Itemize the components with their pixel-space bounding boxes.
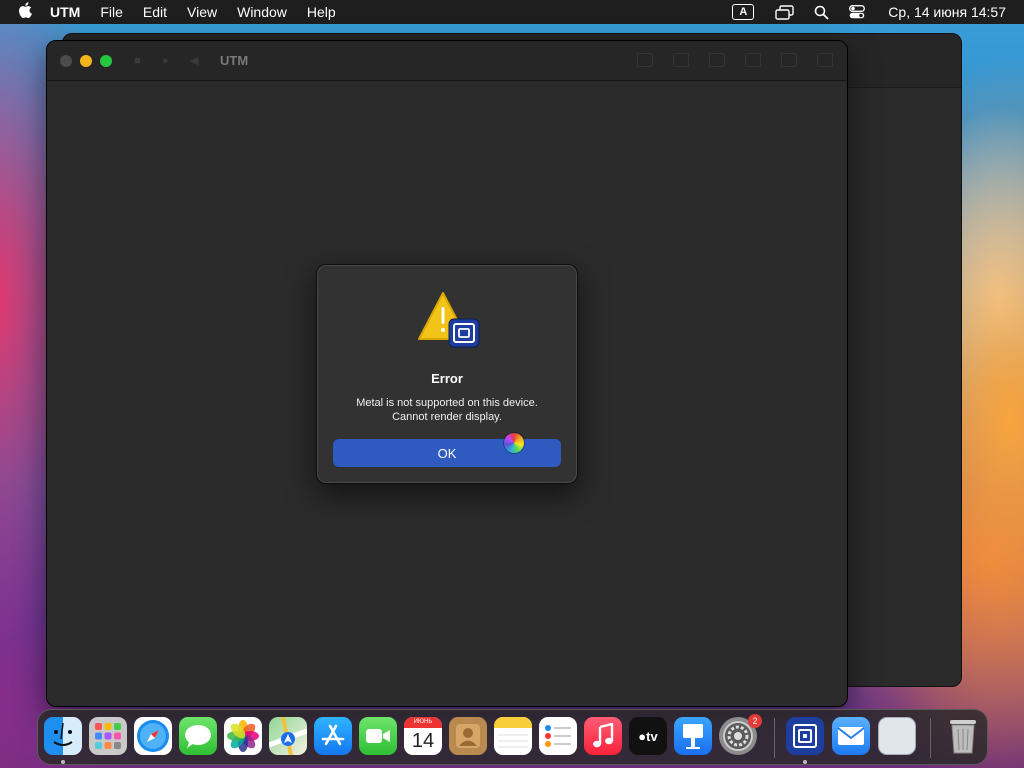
toolbar-restart-icon[interactable]: [673, 53, 689, 67]
utm-icon[interactable]: [786, 717, 824, 755]
toolbar-drive-icon[interactable]: [745, 53, 761, 67]
control-center-icon[interactable]: [846, 4, 868, 20]
minimize-button[interactable]: [80, 54, 92, 67]
keynote-icon[interactable]: [674, 717, 712, 755]
preview-icon[interactable]: [878, 717, 916, 755]
reminders-icon[interactable]: [539, 717, 577, 755]
toolbar-actions: [617, 53, 833, 67]
menu-file[interactable]: File: [100, 4, 123, 20]
dock-separator: [774, 718, 775, 758]
calendar-icon[interactable]: ИЮНЬ 14: [404, 717, 442, 755]
error-dialog: Error Metal is not supported on this dev…: [316, 264, 578, 484]
apple-tv-icon[interactable]: ●tv: [629, 717, 667, 755]
dialog-message-line-1: Metal is not supported on this device.: [356, 397, 538, 409]
dock: ИЮНЬ 14 ●tv 2: [37, 709, 988, 765]
photos-icon[interactable]: [224, 717, 262, 755]
toolbar-play-icon[interactable]: [637, 53, 653, 67]
window-title: UTM: [220, 53, 249, 68]
toolbar-windows-icon[interactable]: [817, 53, 833, 67]
busy-cursor-icon: [504, 433, 524, 453]
menu-bar-clock[interactable]: Ср, 14 июня 14:57: [888, 4, 1006, 20]
window-titlebar: ■ ● ◀ UTM: [47, 41, 847, 81]
input-source-icon[interactable]: A: [732, 4, 755, 20]
calendar-month: ИЮНЬ: [404, 717, 442, 728]
dialog-message-line-2: Cannot render display.: [392, 411, 502, 423]
launchpad-icon[interactable]: [89, 717, 127, 755]
close-button[interactable]: [60, 54, 72, 67]
contacts-icon[interactable]: [449, 717, 487, 755]
utm-running-indicator: [803, 760, 807, 764]
notification-badge: 2: [748, 714, 762, 728]
back-icon[interactable]: ●: [162, 55, 176, 66]
trash-icon[interactable]: [944, 717, 982, 755]
messages-icon[interactable]: [179, 717, 217, 755]
notes-icon[interactable]: [494, 717, 532, 755]
maps-icon[interactable]: [269, 717, 307, 755]
sidebar-toggle-icon[interactable]: ■: [134, 55, 148, 66]
dock-separator-trash: [930, 718, 931, 758]
facetime-icon[interactable]: [359, 717, 397, 755]
toolbar-share-icon[interactable]: [781, 53, 797, 67]
app-menu-utm[interactable]: UTM: [50, 4, 80, 20]
spotlight-search-icon[interactable]: [810, 4, 832, 20]
menu-bar: UTM File Edit View Window Help A Ср, 14 …: [0, 0, 1024, 24]
warning-icon: [417, 289, 481, 349]
forward-icon[interactable]: ◀: [190, 55, 204, 66]
apple-tv-label: ●tv: [638, 728, 658, 744]
dialog-message: Metal is not supported on this device. C…: [317, 396, 577, 424]
zoom-button[interactable]: [100, 54, 112, 67]
toolbar-usb-icon[interactable]: [709, 53, 725, 67]
safari-icon[interactable]: [134, 717, 172, 755]
finder-icon[interactable]: [44, 717, 82, 755]
music-icon[interactable]: [584, 717, 622, 755]
menu-edit[interactable]: Edit: [143, 4, 167, 20]
dialog-title: Error: [431, 371, 463, 386]
apple-menu-icon[interactable]: [14, 2, 36, 22]
ok-button[interactable]: OK: [333, 439, 561, 467]
menu-window[interactable]: Window: [237, 4, 287, 20]
screen-mirroring-icon[interactable]: [774, 4, 796, 20]
finder-running-indicator: [61, 760, 65, 764]
menu-view[interactable]: View: [187, 4, 217, 20]
menu-help[interactable]: Help: [307, 4, 336, 20]
app-store-icon[interactable]: [314, 717, 352, 755]
calendar-day: 14: [411, 730, 435, 752]
mail-icon[interactable]: [832, 717, 870, 755]
